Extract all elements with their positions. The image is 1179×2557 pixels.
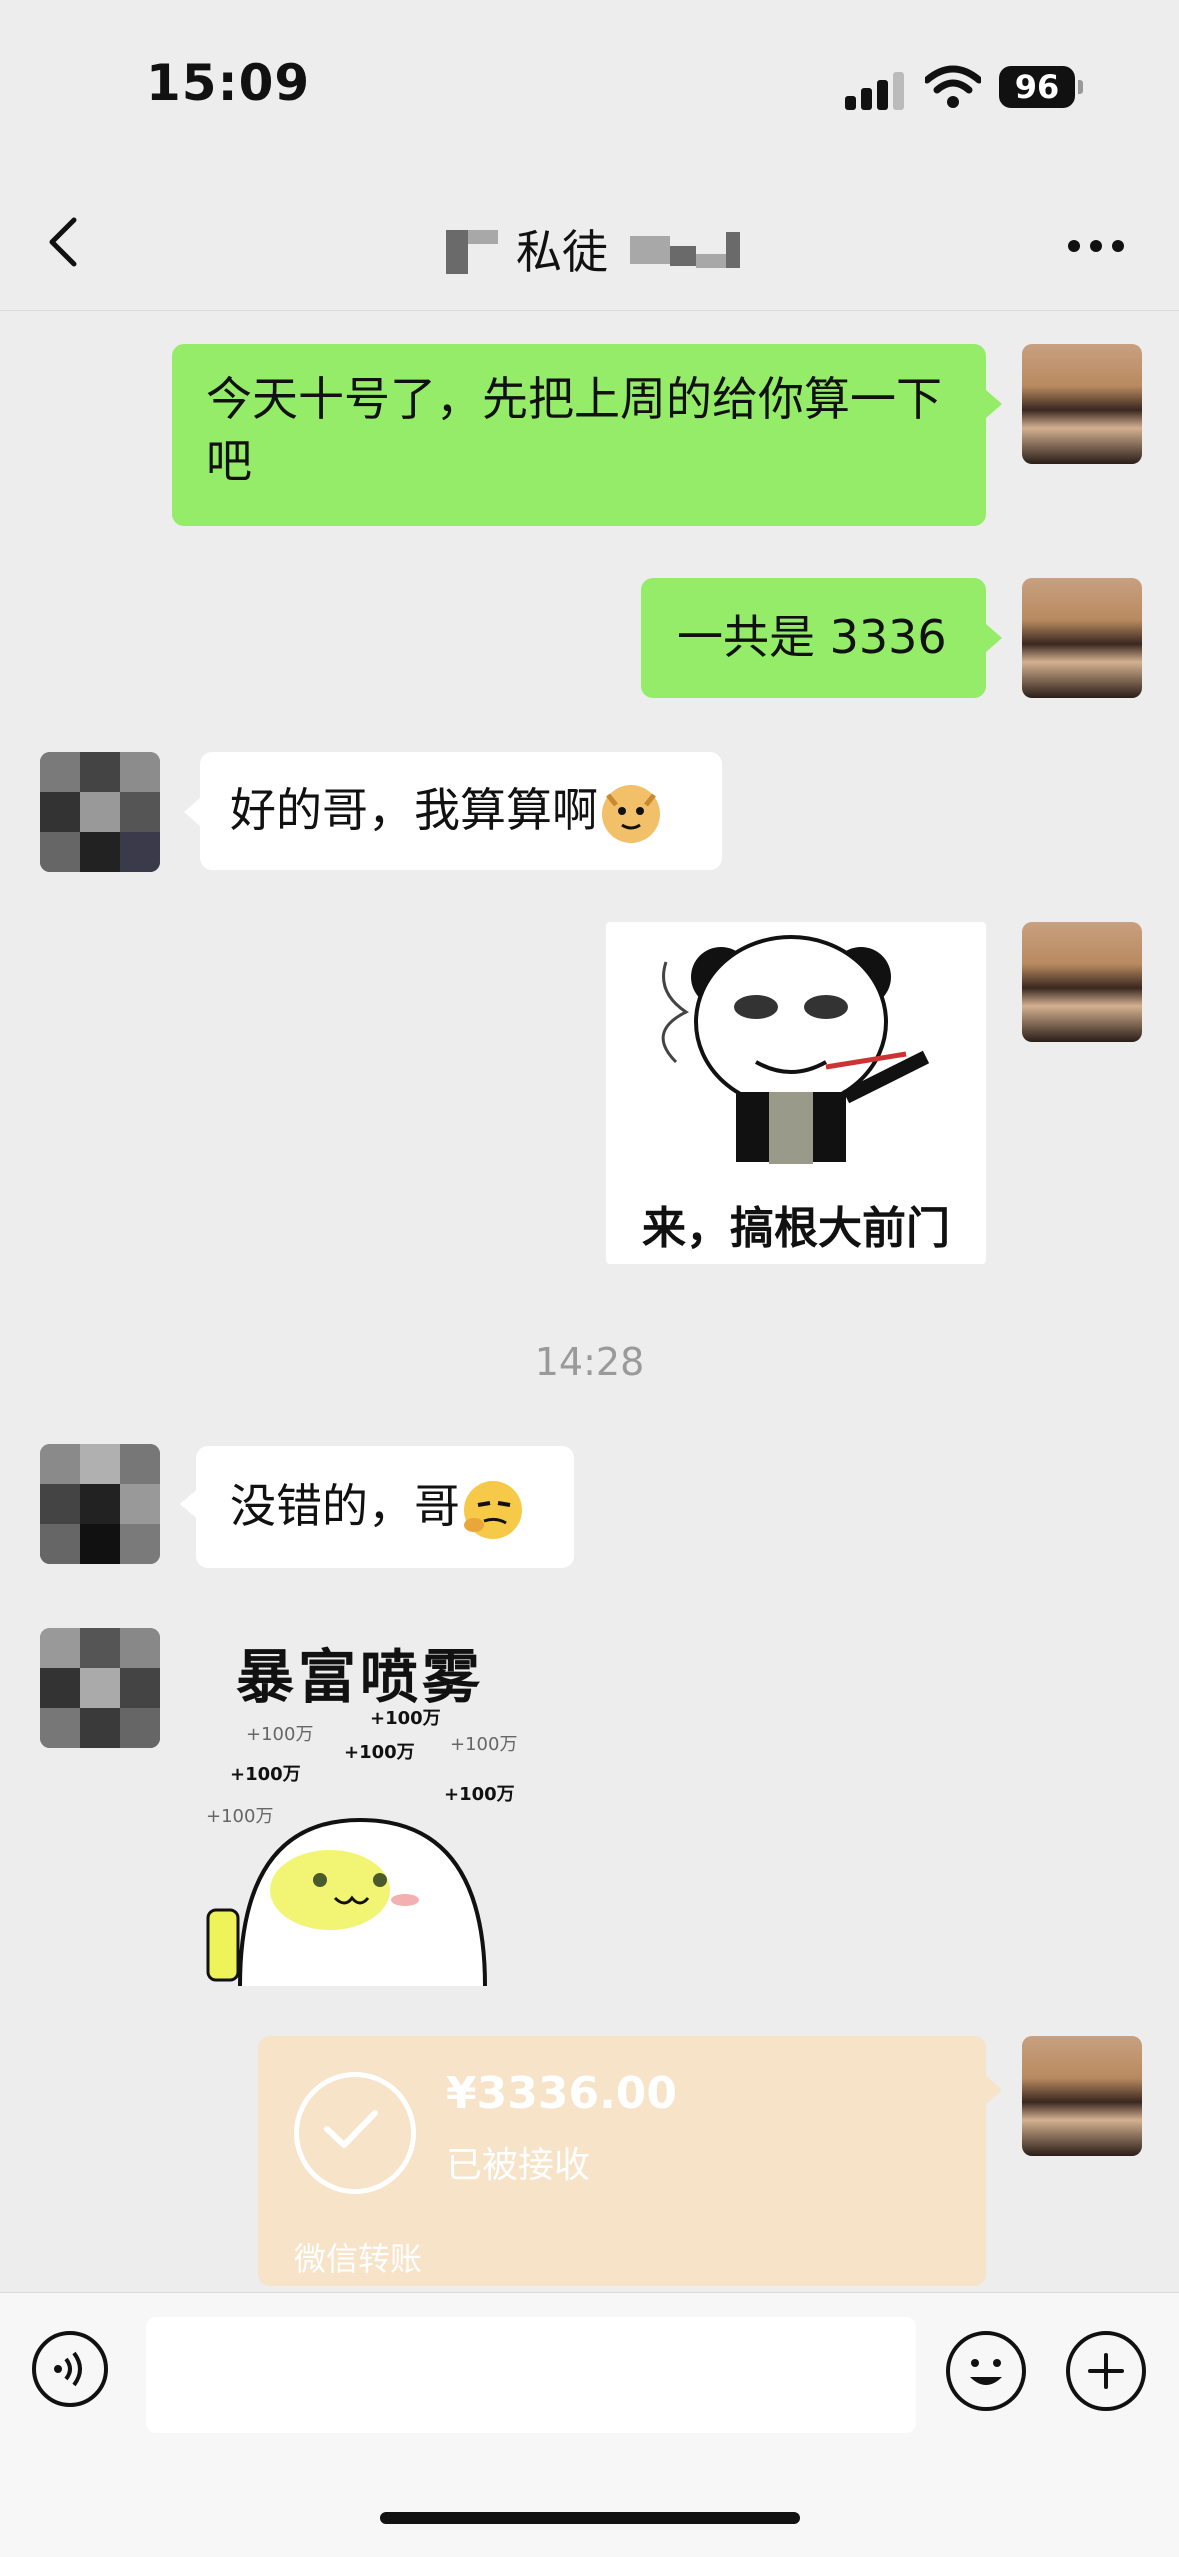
message-text: 今天十号了，先把上周的给你算一下吧 <box>206 372 942 488</box>
contact-avatar[interactable] <box>40 1628 160 1748</box>
message-text: 一共是 3336 <box>677 610 947 664</box>
censor-mosaic <box>670 246 696 266</box>
home-indicator <box>380 2512 800 2524</box>
message-bubble[interactable]: 好的哥，我算算啊 <box>200 752 722 870</box>
censor-mosaic <box>696 254 726 268</box>
chat-header: 私徒 <box>0 180 1179 311</box>
doge-icon <box>602 784 660 843</box>
status-time: 15:09 <box>146 54 311 112</box>
sticker-caption: 来，搞根大前门 <box>642 1203 950 1254</box>
battery-tip <box>1078 80 1083 94</box>
message-bubble[interactable]: 没错的，哥 <box>196 1446 574 1568</box>
smirk-icon <box>464 1480 522 1539</box>
chat-title-text: 私徒 <box>516 225 608 279</box>
transfer-amount: ¥3336.00 <box>446 2068 678 2119</box>
message-text: 没错的，哥 <box>230 1479 460 1533</box>
message-bubble[interactable]: 一共是 3336 <box>641 578 986 698</box>
more-options-icon[interactable] <box>1068 240 1124 254</box>
chat-title: 私徒 <box>440 216 780 279</box>
message-input[interactable] <box>146 2317 916 2433</box>
back-chevron-icon[interactable] <box>40 212 90 272</box>
contact-avatar[interactable] <box>40 1444 160 1564</box>
wifi-icon <box>925 65 981 108</box>
panda-meme-icon <box>661 935 930 1164</box>
censor-mosaic <box>468 230 498 244</box>
panda-smoking-sticker[interactable]: 来，搞根大前门 <box>606 922 986 1264</box>
transfer-card[interactable]: ¥3336.00 已被接收 微信转账 <box>258 2036 986 2286</box>
cellular-signal-icon <box>845 70 907 110</box>
contact-avatar[interactable] <box>40 752 160 872</box>
my-avatar[interactable] <box>1022 2036 1142 2156</box>
add-attachment-icon[interactable] <box>1066 2331 1146 2411</box>
my-avatar[interactable] <box>1022 578 1142 698</box>
transfer-footer: 微信转账 <box>294 2240 423 2278</box>
censor-mosaic <box>726 232 740 268</box>
rich-spray-sticker[interactable]: 暴富喷雾 +100万 +100万 +100万 +100万 +100万 +100万… <box>200 1620 540 1986</box>
sticker-caption: 暴富喷雾 <box>236 1643 485 1711</box>
emoji-picker-icon[interactable] <box>946 2331 1026 2411</box>
bubble-tail <box>184 798 200 826</box>
my-avatar[interactable] <box>1022 344 1142 464</box>
float-label: +100万 <box>450 1734 518 1755</box>
float-label: +100万 <box>246 1724 314 1745</box>
float-label: +100万 <box>344 1742 415 1763</box>
float-label: +100万 <box>370 1708 441 1729</box>
message-bubble[interactable]: 今天十号了，先把上周的给你算一下吧 <box>172 344 986 526</box>
chat-timestamp: 14:28 <box>534 1340 645 1384</box>
censor-mosaic <box>446 230 468 274</box>
bubble-tail <box>986 2076 1002 2104</box>
battery-icon: 96 <box>999 66 1075 108</box>
blob-character-icon <box>206 1817 487 1986</box>
check-circle-icon <box>294 2072 416 2194</box>
voice-input-icon[interactable] <box>32 2331 108 2407</box>
bubble-tail <box>986 390 1002 418</box>
transfer-status: 已被接收 <box>446 2145 591 2186</box>
censor-mosaic <box>630 236 670 264</box>
bubble-tail <box>180 1490 196 1518</box>
bubble-tail <box>986 624 1002 652</box>
status-bar: 15:09 96 <box>0 0 1179 180</box>
my-avatar[interactable] <box>1022 922 1142 1042</box>
message-text: 好的哥，我算算啊 <box>230 783 598 837</box>
